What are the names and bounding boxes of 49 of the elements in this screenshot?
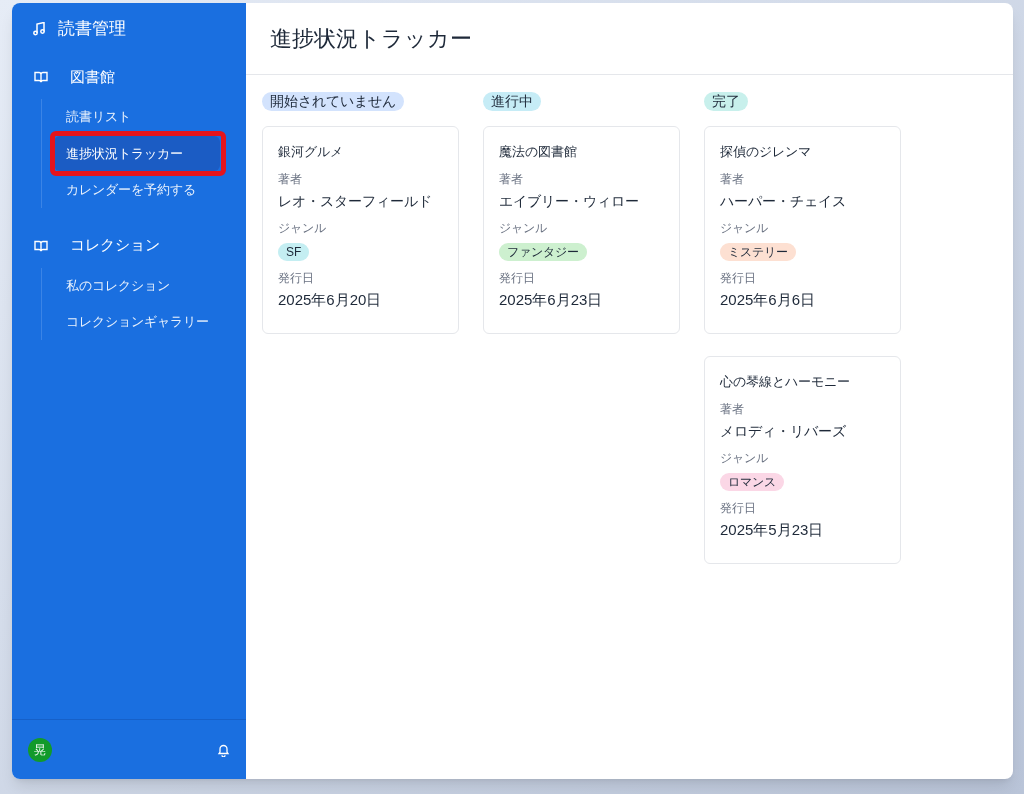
- field-label: 著者: [278, 171, 303, 187]
- column-label: 開始されていません: [262, 92, 404, 111]
- sidebar-item[interactable]: 私のコレクション: [54, 267, 220, 303]
- column-label: 進行中: [483, 92, 541, 111]
- field-label: 発行日: [278, 270, 315, 286]
- field-label: 著者: [499, 171, 524, 187]
- field-label: ジャンル: [720, 220, 769, 236]
- sidebar-item[interactable]: 進捗状況トラッカー: [54, 135, 220, 171]
- app-title: 読書管理: [58, 18, 126, 41]
- book-icon: [34, 239, 48, 252]
- field-label: ジャンル: [499, 220, 548, 236]
- sidebar-item[interactable]: コレクションギャラリー: [54, 304, 220, 340]
- sidebar-section-label[interactable]: 図書館: [70, 65, 115, 89]
- field-label: ジャンル: [278, 220, 327, 236]
- book-title: 探偵のジレンマ: [720, 143, 812, 161]
- book-card[interactable]: 探偵のジレンマ 著者 ハーパー・チェイス ジャンル ミステリー 発行日 2025年6月6日: [704, 126, 901, 334]
- book-title: 銀河グルメ: [278, 143, 344, 161]
- column-label: 完了: [704, 92, 748, 111]
- author-name: ハーパー・チェイス: [720, 192, 847, 211]
- genre-tag: ファンタジー: [499, 243, 587, 261]
- book-title: 心の琴線とハーモニー: [720, 373, 851, 391]
- music-note-icon: [32, 22, 46, 36]
- sidebar-item[interactable]: カレンダーを予約する: [54, 172, 220, 208]
- book-card[interactable]: 魔法の図書館 著者 エイブリー・ウィロー ジャンル ファンタジー 発行日 2025年6月23日: [483, 126, 680, 334]
- book-card[interactable]: 心の琴線とハーモニー 著者 メロディ・リバーズ ジャンル ロマンス 発行日 2025年5月23日: [704, 356, 901, 564]
- book-card[interactable]: 銀河グルメ 著者 レオ・スターフィールド ジャンル SF 発行日 2025年6月20日: [262, 126, 459, 334]
- genre-tag: ミステリー: [720, 243, 796, 261]
- notification-bell-icon[interactable]: [217, 742, 230, 757]
- publish-date: 2025年5月23日: [720, 520, 825, 540]
- author-name: レオ・スターフィールド: [278, 192, 433, 211]
- field-label: 著者: [720, 401, 745, 417]
- field-label: 発行日: [720, 500, 757, 516]
- field-label: 著者: [720, 171, 745, 187]
- book-icon: [34, 71, 48, 83]
- field-label: 発行日: [720, 270, 757, 286]
- sidebar-item[interactable]: 読書リスト: [54, 99, 220, 135]
- field-label: 発行日: [499, 270, 536, 286]
- sidebar-section-label[interactable]: コレクション: [70, 234, 160, 257]
- book-title: 魔法の図書館: [499, 143, 578, 161]
- user-avatar[interactable]: 晃: [28, 737, 52, 762]
- genre-tag: SF: [278, 243, 310, 261]
- author-name: エイブリー・ウィロー: [499, 192, 640, 211]
- field-label: ジャンル: [720, 450, 769, 466]
- publish-date: 2025年6月6日: [720, 290, 817, 310]
- genre-tag: ロマンス: [720, 473, 784, 491]
- author-name: メロディ・リバーズ: [720, 422, 847, 441]
- publish-date: 2025年6月23日: [499, 290, 604, 310]
- page-title: 進捗状況トラッカー: [270, 25, 472, 53]
- publish-date: 2025年6月20日: [278, 290, 383, 310]
